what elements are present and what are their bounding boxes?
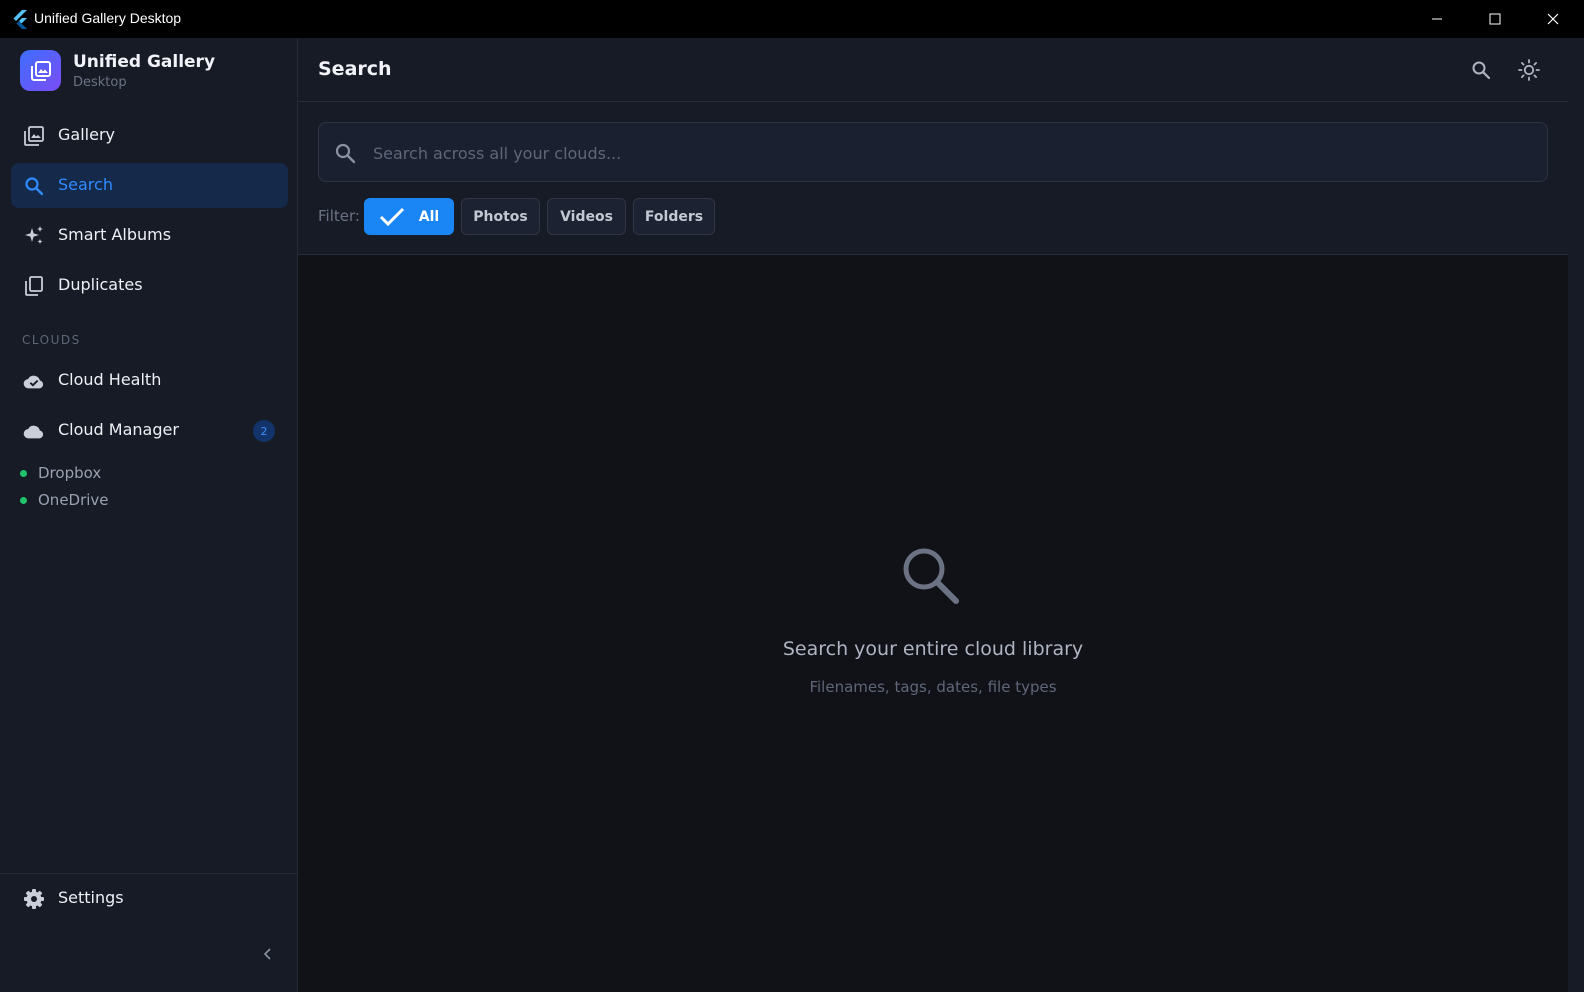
filter-label: Filter: [318,207,360,225]
nav-item-smart-albums[interactable]: Smart Albums [11,213,288,258]
photo-library-icon [30,60,51,81]
filter-chip-all[interactable]: All [364,198,454,235]
filter-chip-label: Photos [473,208,528,225]
search-box[interactable] [318,122,1548,182]
cloud-icon [23,420,45,442]
filter-chip-label: Folders [644,208,704,225]
nav-label-gallery: Gallery [58,125,115,144]
empty-state-subtitle: Filenames, tags, dates, file types [809,678,1057,696]
nav-label-settings: Settings [58,888,124,907]
empty-state: Search your entire cloud library Filenam… [298,255,1568,992]
window-title: Unified Gallery Desktop [34,10,182,26]
cloud-check-icon [23,370,45,392]
collapse-sidebar-button[interactable] [256,942,280,966]
theme-toggle-button[interactable] [1515,56,1543,84]
nav-item-search[interactable]: Search [11,163,288,208]
brand-subtitle: Desktop [73,75,127,90]
brand: Unified Gallery Desktop [20,50,280,94]
status-dot [20,496,27,504]
page-title: Search [318,58,392,80]
nav-label-cloud-manager: Cloud Manager [58,420,179,439]
sparkles-icon [23,225,45,247]
close-icon [1547,13,1559,25]
flutter-logo-icon [13,10,27,29]
cloud-label-onedrive: OneDrive [38,491,109,509]
search-icon [903,548,959,604]
header-search-button[interactable] [1467,56,1495,84]
nav-item-cloud-health[interactable]: Cloud Health [11,358,288,403]
maximize-icon [1489,13,1501,25]
cloud-item-onedrive[interactable]: OneDrive [20,490,109,510]
sidebar-divider [0,873,297,874]
duplicates-icon [23,275,45,297]
minimize-button[interactable] [1408,0,1466,38]
minimize-icon [1432,18,1442,20]
search-icon [23,175,45,197]
brand-name: Unified Gallery [73,52,216,72]
main-content: Search Search across all your clouds... … [298,38,1584,992]
nav-label-smart-albums: Smart Albums [58,225,172,244]
filter-chip-label: All [418,208,440,225]
gear-icon [23,888,45,910]
section-label-clouds: CLOUDS [22,333,81,347]
check-icon [379,207,404,226]
search-panel: Filter: All Photos Videos Folders [298,102,1568,255]
nav-label-duplicates: Duplicates [58,275,143,294]
nav-item-duplicates[interactable]: Duplicates [11,263,288,308]
search-input[interactable] [371,137,1531,169]
scrollbar[interactable] [1568,38,1584,992]
sidebar: Unified Gallery Desktop Gallery Search S… [0,38,298,992]
filter-chip-folders[interactable]: Folders [633,198,715,235]
close-button[interactable] [1524,0,1582,38]
status-dot [20,469,27,477]
filter-chip-videos[interactable]: Videos [547,198,626,235]
filter-chip-photos[interactable]: Photos [461,198,540,235]
nav-label-search: Search [58,175,113,194]
nav-item-settings[interactable]: Settings [11,876,288,921]
window-titlebar: Unified Gallery Desktop [0,0,1584,38]
gallery-icon [23,125,45,147]
nav-item-cloud-manager[interactable]: Cloud Manager 2 [11,408,288,453]
search-icon [1472,61,1491,80]
page-header: Search [298,38,1568,102]
search-icon [335,143,356,164]
cloud-item-dropbox[interactable]: Dropbox [20,463,101,483]
brand-logo [20,50,61,91]
maximize-button[interactable] [1466,0,1524,38]
empty-state-title: Search your entire cloud library [782,638,1084,660]
chevron-left-icon [263,948,271,960]
sun-icon [1518,59,1540,81]
filter-chip-label: Videos [560,208,613,225]
cloud-count-badge: 2 [253,420,275,442]
cloud-label-dropbox: Dropbox [38,464,102,482]
nav-label-cloud-health: Cloud Health [58,370,162,389]
nav-item-gallery[interactable]: Gallery [11,113,288,158]
